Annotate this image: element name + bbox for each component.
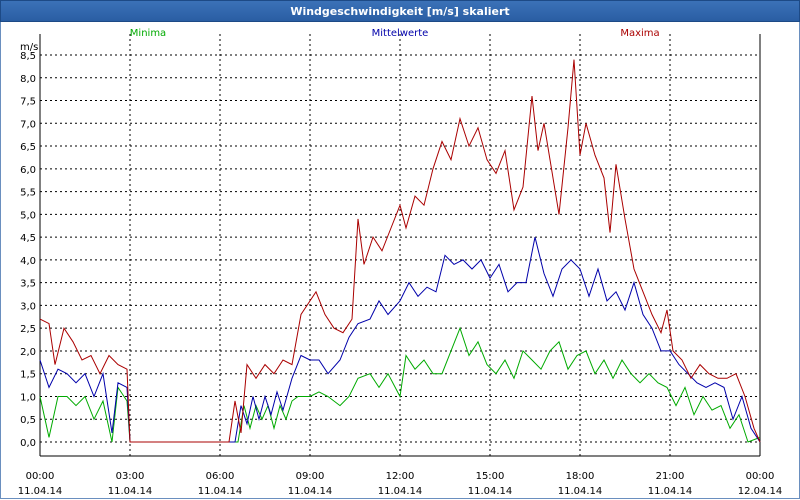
x-tick-time: 12:00 (386, 471, 415, 482)
y-tick-label: 4,0 (20, 256, 36, 267)
y-tick-label: 7,5 (20, 97, 36, 108)
y-tick-label: 3,0 (20, 301, 36, 312)
y-tick-label: 5,0 (20, 210, 36, 221)
x-tick-time: 21:00 (656, 471, 685, 482)
x-tick-date: 11.04.14 (648, 486, 693, 497)
x-tick-date: 11.04.14 (18, 486, 63, 497)
x-tick-time: 09:00 (296, 471, 325, 482)
y-tick-label: 1,5 (20, 370, 36, 381)
x-tick-time: 00:00 (26, 471, 55, 482)
y-tick-label: 7,0 (20, 119, 36, 130)
y-tick-label: 6,5 (20, 142, 36, 153)
legend: Minima Mittelwerte Maxima (130, 28, 660, 39)
x-tick-date: 11.04.14 (108, 486, 153, 497)
y-tick-labels: 0,0 0,5 1,0 1,5 2,0 2,5 3,0 3,5 4,0 4,5 5,0 5,5 6,0 6… (20, 51, 36, 449)
x-tick-date: 12.04.14 (738, 486, 783, 497)
x-tick-date: 11.04.14 (288, 486, 333, 497)
grid-layer (39, 34, 761, 456)
x-tick-time: 06:00 (206, 471, 235, 482)
x-tick-date: 11.04.14 (198, 486, 243, 497)
x-tick-time: 00:00 (746, 471, 775, 482)
legend-entry-minima: Minima (130, 28, 166, 39)
x-tick-time: 18:00 (566, 471, 595, 482)
y-tick-label: 4,5 (20, 233, 36, 244)
x-tick-time: 15:00 (476, 471, 505, 482)
y-tick-label: 6,0 (20, 165, 36, 176)
y-tick-label: 2,0 (20, 347, 36, 358)
y-axis-label: m/s (20, 42, 38, 53)
y-tick-label: 3,5 (20, 279, 36, 290)
y-tick-label: 2,5 (20, 324, 36, 335)
x-tick-date: 11.04.14 (378, 486, 423, 497)
x-tick-time: 03:00 (116, 471, 145, 482)
y-tick-label: 8,0 (20, 74, 36, 85)
x-tick-labels: 00:00 11.04.14 03:00 11.04.14 06:00 11.04.14 0… (18, 471, 783, 497)
y-tick-label: 0,0 (20, 438, 36, 449)
y-tick-label: 0,5 (20, 415, 36, 426)
x-tick-date: 11.04.14 (558, 486, 603, 497)
legend-entry-maxima: Maxima (620, 28, 659, 39)
legend-entry-mittelwerte: Mittelwerte (372, 28, 429, 39)
y-tick-label: 5,5 (20, 188, 36, 199)
chart-canvas: 0,0 0,5 1,0 1,5 2,0 2,5 3,0 3,5 4,0 4,5 5,0 5,5 6,0 6… (18, 28, 783, 497)
x-tick-date: 11.04.14 (468, 486, 513, 497)
y-tick-label: 1,0 (20, 392, 36, 403)
